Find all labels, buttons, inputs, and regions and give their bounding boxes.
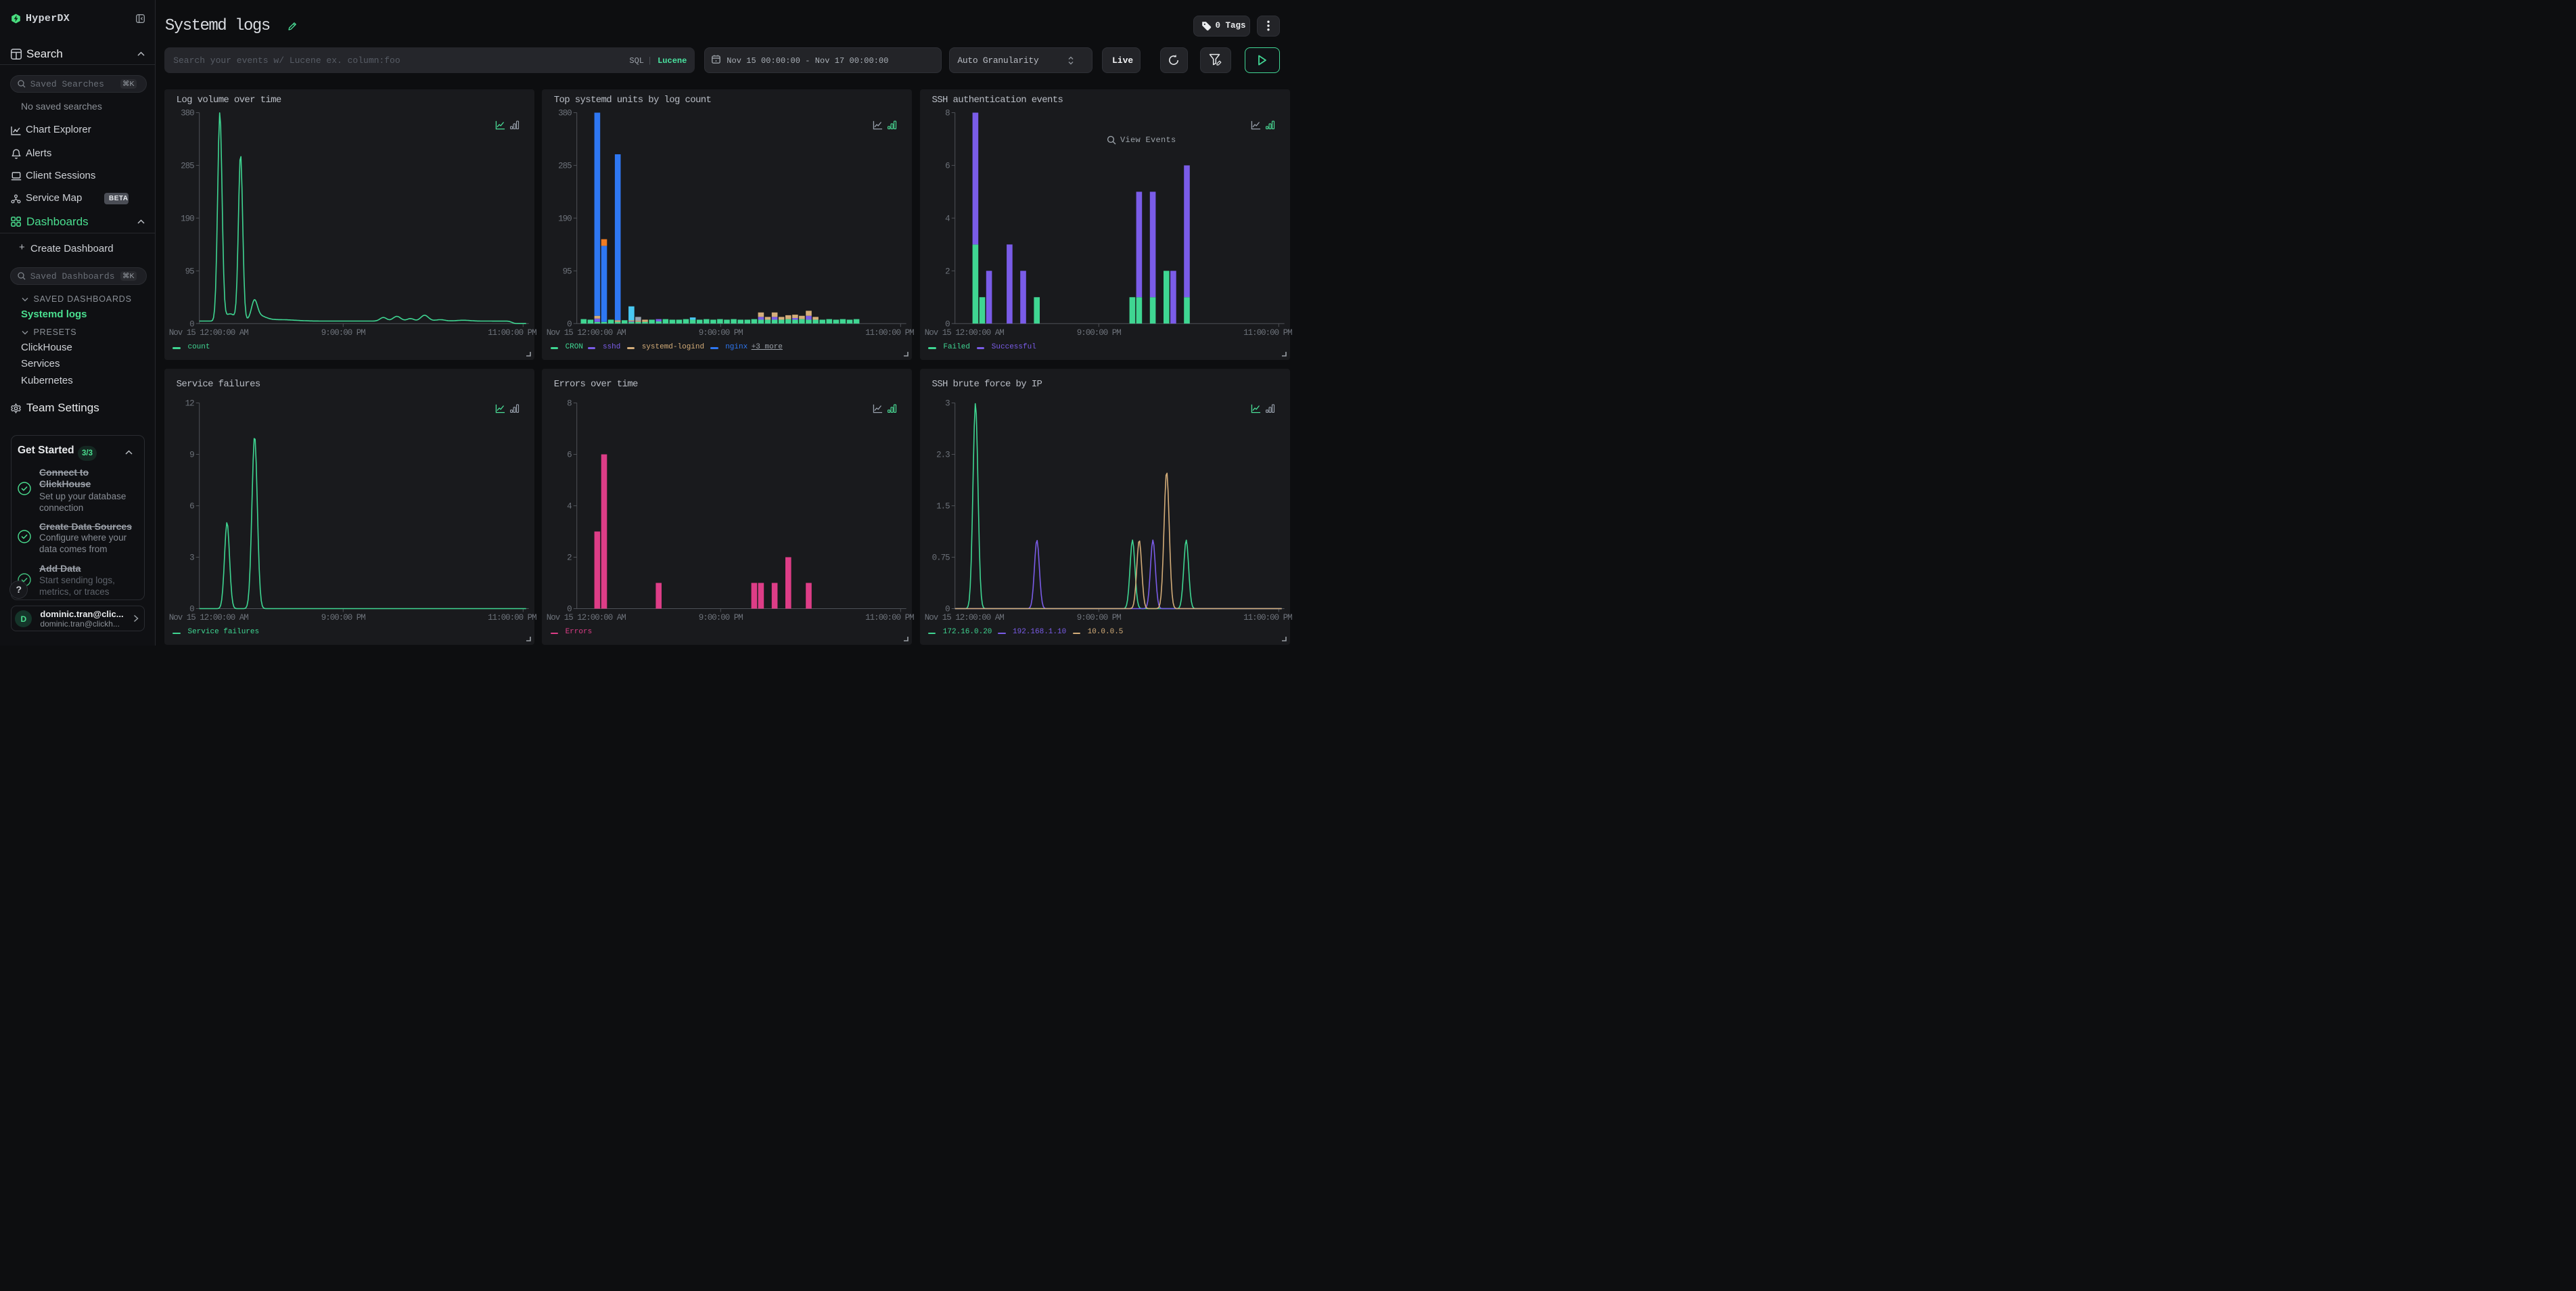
svg-text:380: 380 [558, 109, 572, 118]
svg-text:9:00:00 PM: 9:00:00 PM [321, 613, 365, 622]
svg-text:6: 6 [945, 162, 950, 171]
svg-text:95: 95 [185, 267, 194, 277]
svg-text:Nov 15 12:00:00 AM: Nov 15 12:00:00 AM [168, 328, 248, 338]
svg-text:3: 3 [945, 399, 950, 408]
svg-text:11:00:00 PM: 11:00:00 PM [1243, 613, 1292, 622]
svg-text:8: 8 [567, 399, 572, 408]
svg-text:9:00:00 PM: 9:00:00 PM [321, 328, 365, 338]
svg-text:Nov 15 12:00:00 AM: Nov 15 12:00:00 AM [168, 613, 248, 622]
svg-text:11:00:00 PM: 11:00:00 PM [1243, 328, 1292, 338]
svg-text:9:00:00 PM: 9:00:00 PM [1076, 328, 1121, 338]
svg-text:8: 8 [945, 109, 950, 118]
svg-text:11:00:00 PM: 11:00:00 PM [865, 328, 914, 338]
svg-text:Nov 15 12:00:00 AM: Nov 15 12:00:00 AM [546, 328, 626, 338]
svg-text:4: 4 [567, 501, 572, 511]
svg-text:9:00:00 PM: 9:00:00 PM [1076, 613, 1121, 622]
svg-text:9:00:00 PM: 9:00:00 PM [698, 613, 743, 622]
svg-text:Nov 15 12:00:00 AM: Nov 15 12:00:00 AM [924, 613, 1004, 622]
svg-text:6: 6 [567, 450, 572, 459]
svg-text:2.3: 2.3 [936, 450, 950, 459]
svg-text:0.75: 0.75 [932, 553, 950, 562]
svg-text:380: 380 [181, 109, 194, 118]
svg-text:285: 285 [558, 162, 572, 171]
svg-text:9: 9 [189, 450, 194, 459]
svg-text:190: 190 [558, 214, 572, 224]
svg-text:1.5: 1.5 [936, 501, 950, 511]
svg-text:6: 6 [189, 501, 194, 511]
svg-text:9:00:00 PM: 9:00:00 PM [698, 328, 743, 338]
svg-text:12: 12 [185, 399, 194, 408]
svg-text:4: 4 [945, 214, 950, 224]
svg-text:285: 285 [181, 162, 194, 171]
svg-text:11:00:00 PM: 11:00:00 PM [488, 328, 536, 338]
svg-text:2: 2 [567, 553, 572, 562]
svg-text:11:00:00 PM: 11:00:00 PM [488, 613, 536, 622]
svg-text:11:00:00 PM: 11:00:00 PM [865, 613, 914, 622]
svg-text:Nov 15 12:00:00 AM: Nov 15 12:00:00 AM [546, 613, 626, 622]
svg-text:190: 190 [181, 214, 194, 224]
svg-text:3: 3 [189, 553, 194, 562]
svg-text:95: 95 [562, 267, 572, 277]
svg-text:Nov 15 12:00:00 AM: Nov 15 12:00:00 AM [924, 328, 1004, 338]
svg-text:2: 2 [945, 267, 950, 277]
